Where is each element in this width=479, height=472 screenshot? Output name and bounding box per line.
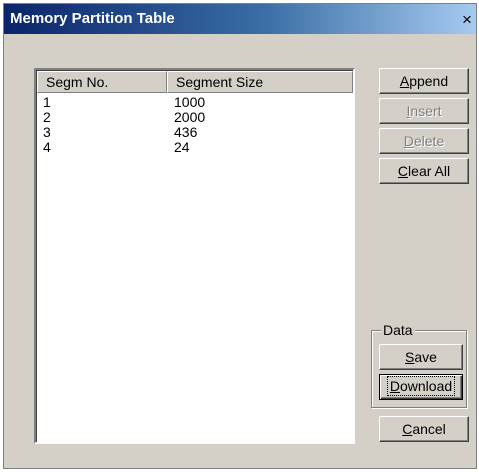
insert-button[interactable]: Insert (379, 98, 469, 124)
data-group-title: Data (381, 322, 415, 338)
list-row[interactable]: 1 1000 (43, 95, 351, 110)
list-rows: 1 1000 2 2000 3 436 4 24 (43, 95, 351, 155)
list-row[interactable]: 2 2000 (43, 110, 351, 125)
download-focus-rect: Download (386, 376, 456, 396)
cell-segment-size: 2000 (174, 109, 206, 125)
cancel-label: ancel (412, 421, 446, 437)
list-row[interactable]: 3 436 (43, 125, 351, 140)
window-title: Memory Partition Table (10, 10, 175, 27)
delete-button[interactable]: Delete (379, 128, 469, 154)
save-button[interactable]: Save (379, 344, 463, 370)
column-header-segment-size[interactable]: Segment Size (167, 71, 353, 93)
insert-label: nsert (410, 103, 442, 119)
cell-segm-no: 4 (43, 139, 51, 155)
column-header-segm-no[interactable]: Segm No. (37, 71, 167, 93)
delete-mnemonic: D (403, 133, 414, 149)
partition-list[interactable]: Segm No. Segment Size 1 1000 2 2000 3 43… (34, 68, 355, 444)
append-button[interactable]: Append (379, 68, 469, 94)
download-label: ownload (399, 378, 453, 394)
cell-segm-no: 1 (43, 94, 51, 110)
download-button[interactable]: Download (379, 374, 463, 400)
memory-partition-dialog: Memory Partition Table × Segm No. Segmen… (3, 3, 477, 469)
append-label: ppend (409, 73, 449, 89)
clear-all-mnemonic: C (397, 163, 409, 179)
close-icon[interactable]: × (456, 10, 478, 30)
download-mnemonic: D (389, 378, 400, 394)
list-header: Segm No. Segment Size (37, 71, 353, 93)
cell-segment-size: 1000 (174, 94, 206, 110)
cell-segment-size: 436 (174, 124, 198, 140)
cell-segm-no: 3 (43, 124, 51, 140)
cancel-mnemonic: C (402, 421, 413, 437)
clear-all-button[interactable]: Clear All (379, 158, 469, 184)
clear-all-label: lear All (408, 163, 451, 179)
title-bar[interactable]: Memory Partition Table × (4, 4, 476, 34)
cell-segment-size: 24 (174, 139, 190, 155)
cell-segm-no: 2 (43, 109, 51, 125)
save-mnemonic: S (405, 349, 415, 365)
append-mnemonic: A (399, 73, 410, 89)
cancel-button[interactable]: Cancel (379, 416, 469, 442)
save-label: ave (414, 349, 437, 365)
list-row[interactable]: 4 24 (43, 140, 351, 155)
delete-label: elete (413, 133, 445, 149)
